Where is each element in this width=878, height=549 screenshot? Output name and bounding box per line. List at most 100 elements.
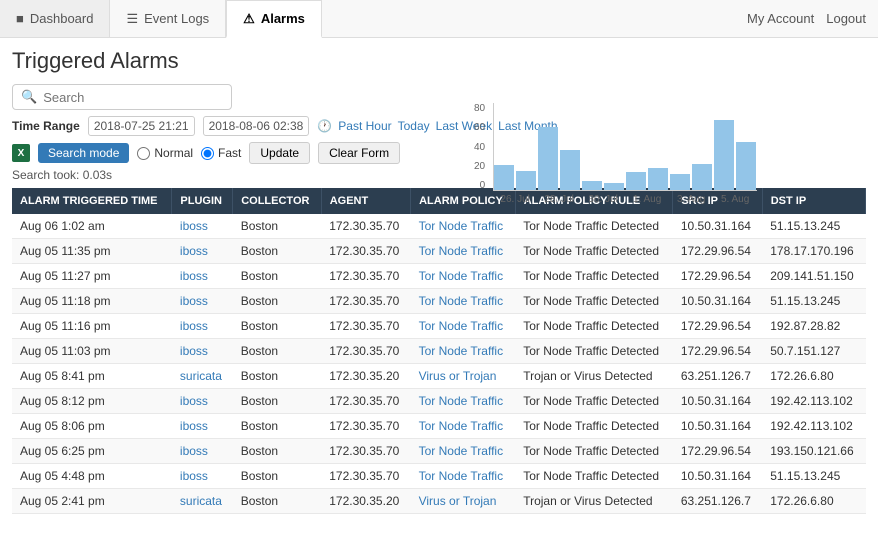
- chart-container: 80 60 40 20 0 26. Jul28. Jul30. Jul1. Au…: [474, 103, 854, 213]
- table-row[interactable]: Aug 05 11:16 pmibossBoston172.30.35.70To…: [12, 314, 866, 339]
- table-row[interactable]: Aug 05 6:25 pmibossBoston172.30.35.70Tor…: [12, 439, 866, 464]
- my-account-link[interactable]: My Account: [747, 11, 814, 26]
- table-cell-5-7: 50.7.151.127: [762, 339, 865, 364]
- table-row[interactable]: Aug 05 2:41 pmsuricataBoston172.30.35.20…: [12, 489, 866, 514]
- plugin-link[interactable]: iboss: [180, 344, 208, 358]
- plugin-link[interactable]: iboss: [180, 319, 208, 333]
- chart-bar-3: [560, 150, 580, 190]
- table-cell-7-5: Tor Node Traffic Detected: [515, 389, 673, 414]
- navigation: ■ Dashboard ☰ Event Logs ⚠ Alarms My Acc…: [0, 0, 878, 38]
- table-cell-1-1: iboss: [172, 239, 233, 264]
- table-cell-5-1: iboss: [172, 339, 233, 364]
- table-cell-7-1: iboss: [172, 389, 233, 414]
- table-row[interactable]: Aug 05 4:48 pmibossBoston172.30.35.70Tor…: [12, 464, 866, 489]
- col-header-2: COLLECTOR: [233, 188, 322, 214]
- time-range-start[interactable]: 2018-07-25 21:21: [88, 116, 195, 136]
- table-cell-4-5: Tor Node Traffic Detected: [515, 314, 673, 339]
- chart-bar-0: [494, 165, 514, 190]
- table-cell-9-6: 172.29.96.54: [673, 439, 762, 464]
- table-cell-7-6: 10.50.31.164: [673, 389, 762, 414]
- table-cell-0-5: Tor Node Traffic Detected: [515, 214, 673, 239]
- table-row[interactable]: Aug 05 8:12 pmibossBoston172.30.35.70Tor…: [12, 389, 866, 414]
- table-cell-4-0: Aug 05 11:16 pm: [12, 314, 172, 339]
- alarm-policy-link[interactable]: Tor Node Traffic: [419, 444, 503, 458]
- tab-alarms[interactable]: ⚠ Alarms: [226, 0, 322, 38]
- table-cell-6-4: Virus or Trojan: [411, 364, 516, 389]
- table-body: Aug 06 1:02 amibossBoston172.30.35.70Tor…: [12, 214, 866, 514]
- table-cell-9-0: Aug 05 6:25 pm: [12, 439, 172, 464]
- plugin-link[interactable]: iboss: [180, 269, 208, 283]
- excel-export-button[interactable]: X: [12, 144, 30, 162]
- table-row[interactable]: Aug 05 11:18 pmibossBoston172.30.35.70To…: [12, 289, 866, 314]
- y-label-60: 60: [474, 122, 485, 133]
- today-link[interactable]: Today: [398, 119, 430, 133]
- x-label-1: 28. Jul: [537, 194, 581, 205]
- table-cell-0-6: 10.50.31.164: [673, 214, 762, 239]
- alarm-policy-link[interactable]: Tor Node Traffic: [419, 394, 503, 408]
- time-range-end[interactable]: 2018-08-06 02:38: [203, 116, 310, 136]
- table-row[interactable]: Aug 05 8:06 pmibossBoston172.30.35.70Tor…: [12, 414, 866, 439]
- update-button[interactable]: Update: [249, 142, 310, 164]
- alarm-policy-link[interactable]: Tor Node Traffic: [419, 419, 503, 433]
- table-row[interactable]: Aug 05 11:03 pmibossBoston172.30.35.70To…: [12, 339, 866, 364]
- normal-radio-group: Normal: [137, 146, 193, 160]
- fast-radio[interactable]: [201, 147, 214, 160]
- alarm-policy-link[interactable]: Tor Node Traffic: [419, 294, 503, 308]
- table-cell-10-0: Aug 05 4:48 pm: [12, 464, 172, 489]
- alarm-policy-link[interactable]: Tor Node Traffic: [419, 219, 503, 233]
- table-cell-0-1: iboss: [172, 214, 233, 239]
- alarm-policy-link[interactable]: Tor Node Traffic: [419, 469, 503, 483]
- table-cell-9-4: Tor Node Traffic: [411, 439, 516, 464]
- plugin-link[interactable]: iboss: [180, 219, 208, 233]
- chart-bar-8: [670, 174, 690, 190]
- nav-right: My Account Logout: [735, 0, 878, 37]
- table-cell-5-0: Aug 05 11:03 pm: [12, 339, 172, 364]
- plugin-link[interactable]: iboss: [180, 394, 208, 408]
- table-cell-11-4: Virus or Trojan: [411, 489, 516, 514]
- search-input[interactable]: [43, 90, 223, 105]
- table-row[interactable]: Aug 06 1:02 amibossBoston172.30.35.70Tor…: [12, 214, 866, 239]
- plugin-link[interactable]: iboss: [180, 444, 208, 458]
- alarm-policy-link[interactable]: Tor Node Traffic: [419, 244, 503, 258]
- table-cell-2-7: 209.141.51.150: [762, 264, 865, 289]
- search-mode-button[interactable]: Search mode: [38, 143, 129, 163]
- plugin-link[interactable]: iboss: [180, 244, 208, 258]
- normal-radio[interactable]: [137, 147, 150, 160]
- logout-link[interactable]: Logout: [826, 11, 866, 26]
- plugin-link[interactable]: iboss: [180, 419, 208, 433]
- plugin-link[interactable]: suricata: [180, 494, 222, 508]
- table-cell-10-2: Boston: [233, 464, 322, 489]
- plugin-link[interactable]: suricata: [180, 369, 222, 383]
- table-cell-1-2: Boston: [233, 239, 322, 264]
- search-bar[interactable]: 🔍: [12, 84, 232, 110]
- event-logs-icon: ☰: [126, 11, 138, 27]
- alarm-policy-link[interactable]: Virus or Trojan: [419, 494, 497, 508]
- table-cell-6-3: 172.30.35.20: [321, 364, 410, 389]
- table-row[interactable]: Aug 05 11:27 pmibossBoston172.30.35.70To…: [12, 264, 866, 289]
- x-label-5: 5. Aug: [713, 194, 757, 205]
- search-icon: 🔍: [21, 89, 37, 105]
- clear-form-button[interactable]: Clear Form: [318, 142, 400, 164]
- chart-bars-area: 26. Jul28. Jul30. Jul1. Aug3. Aug5. Aug: [493, 103, 757, 205]
- tab-dashboard[interactable]: ■ Dashboard: [0, 0, 110, 37]
- table-cell-10-1: iboss: [172, 464, 233, 489]
- y-label-0: 0: [480, 180, 486, 191]
- alarm-policy-link[interactable]: Virus or Trojan: [419, 369, 497, 383]
- alarm-policy-link[interactable]: Tor Node Traffic: [419, 344, 503, 358]
- table-row[interactable]: Aug 05 11:35 pmibossBoston172.30.35.70To…: [12, 239, 866, 264]
- table-cell-4-3: 172.30.35.70: [321, 314, 410, 339]
- table-row[interactable]: Aug 05 8:41 pmsuricataBoston172.30.35.20…: [12, 364, 866, 389]
- plugin-link[interactable]: iboss: [180, 294, 208, 308]
- alarm-policy-link[interactable]: Tor Node Traffic: [419, 269, 503, 283]
- past-hour-link[interactable]: Past Hour: [338, 119, 391, 133]
- tab-event-logs[interactable]: ☰ Event Logs: [110, 0, 226, 37]
- table-cell-7-4: Tor Node Traffic: [411, 389, 516, 414]
- chart-bar-9: [692, 164, 712, 190]
- chart-bar-2: [538, 127, 558, 190]
- table-cell-4-1: iboss: [172, 314, 233, 339]
- plugin-link[interactable]: iboss: [180, 469, 208, 483]
- table-cell-3-0: Aug 05 11:18 pm: [12, 289, 172, 314]
- table-cell-3-5: Tor Node Traffic Detected: [515, 289, 673, 314]
- nav-tabs: ■ Dashboard ☰ Event Logs ⚠ Alarms: [0, 0, 322, 37]
- alarm-policy-link[interactable]: Tor Node Traffic: [419, 319, 503, 333]
